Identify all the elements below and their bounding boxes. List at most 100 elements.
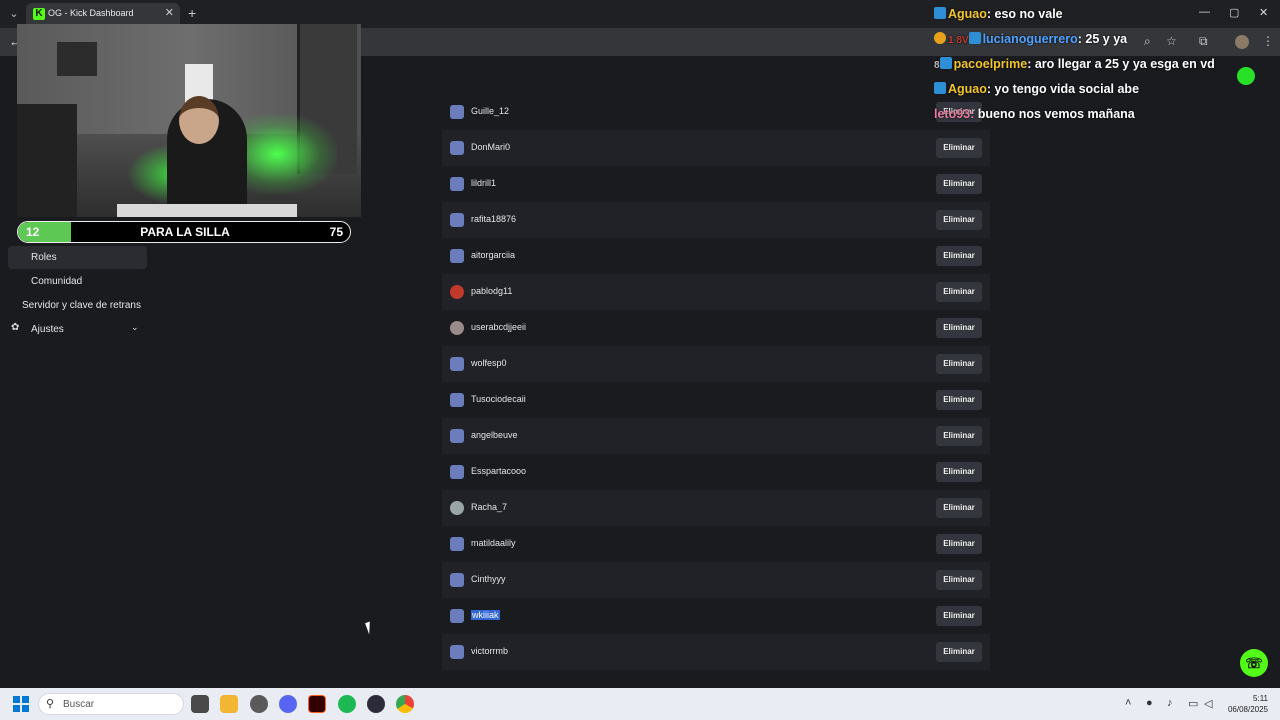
chat-text: 25 y ya	[1085, 32, 1128, 46]
webcam-chair	[17, 104, 77, 217]
chat-username: lucianoguerrero	[982, 32, 1078, 46]
remove-button[interactable]: Eliminar	[936, 462, 982, 482]
remove-button[interactable]: Eliminar	[936, 426, 982, 446]
username: lildrill1	[471, 178, 497, 188]
chevron-down-icon[interactable]: ⌄	[131, 322, 139, 333]
remove-button[interactable]: Eliminar	[936, 606, 982, 626]
list-item: victorrmb Eliminar	[442, 634, 990, 670]
list-item: Racha_7 Eliminar	[442, 490, 990, 526]
sidebar-item-comunidad[interactable]: Comunidad	[31, 276, 82, 287]
avatar	[450, 573, 464, 587]
new-tab-button[interactable]: +	[188, 5, 196, 21]
tray-app-icon[interactable]: ●	[1146, 697, 1153, 709]
app-icon[interactable]	[367, 695, 385, 713]
avatar	[450, 465, 464, 479]
chat-message: Aguao: yo tengo vida social abe	[934, 82, 1139, 96]
list-item: pablodg11 Eliminar	[442, 274, 990, 310]
list-item: matildaalily Eliminar	[442, 526, 990, 562]
remove-button[interactable]: Eliminar	[936, 138, 982, 158]
remove-button[interactable]: Eliminar	[936, 354, 982, 374]
avatar	[450, 429, 464, 443]
list-item: DonMari0 Eliminar	[442, 130, 990, 166]
microphone-icon[interactable]: ♪	[1167, 697, 1173, 709]
tab-close-icon[interactable]: ✕	[165, 6, 174, 19]
file-explorer-icon[interactable]	[220, 695, 238, 713]
windows-taskbar: ⚲ Buscar ˄ ● ♪ ▭ ◁ 5:11 06/08/2025	[0, 688, 1280, 720]
sidebar-item-servidor[interactable]: Servidor y clave de retrans	[22, 300, 141, 311]
taskbar-search[interactable]: ⚲ Buscar	[38, 693, 184, 715]
volume-icon[interactable]: ◁	[1204, 697, 1212, 710]
rank-badge-icon	[934, 32, 946, 44]
chat-message: 1 8V lucianoguerrero: 25 y ya	[934, 32, 1127, 46]
avatar	[450, 105, 464, 119]
illustrator-icon[interactable]	[308, 695, 326, 713]
cube-badge-icon	[934, 7, 946, 19]
avatar	[450, 609, 464, 623]
discord-icon[interactable]	[279, 695, 297, 713]
remove-button[interactable]: Eliminar	[936, 498, 982, 518]
avatar	[450, 537, 464, 551]
remove-button[interactable]: Eliminar	[936, 246, 982, 266]
webcam-hanging-shirt	[57, 42, 97, 76]
cube-badge-icon	[934, 82, 946, 94]
remove-button[interactable]: Eliminar	[936, 570, 982, 590]
username: pablodg11	[471, 286, 513, 296]
username: rafita18876	[471, 214, 517, 224]
tray-chevron-up-icon[interactable]: ˄	[1125, 697, 1131, 709]
help-chat-button[interactable]: ☏	[1240, 649, 1268, 677]
search-icon: ⚲	[46, 698, 55, 710]
sidebar-item-ajustes[interactable]: Ajustes	[31, 324, 64, 335]
remove-button[interactable]: Eliminar	[936, 174, 982, 194]
goal-current: 12	[26, 225, 40, 239]
gear-icon: ✿	[11, 322, 20, 333]
sidebar-active-highlight	[8, 246, 147, 269]
username: Racha_7	[471, 502, 508, 512]
list-item: Tusociodecaii Eliminar	[442, 382, 990, 418]
list-item: Esspartacooo Eliminar	[442, 454, 990, 490]
list-item: userabcdjjeeii Eliminar	[442, 310, 990, 346]
clock-time: 5:11	[1253, 694, 1268, 703]
list-item: Guille_12 Eliminar	[442, 94, 990, 130]
chat-text: aro llegar a 25 y ya esga en vd	[1034, 57, 1215, 71]
list-item: wolfesp0 Eliminar	[442, 346, 990, 382]
username: aitorgarciia	[471, 250, 516, 260]
windows-start-icon[interactable]	[13, 696, 29, 712]
browser-tab[interactable]: K OG - Kick Dashboard ✕	[26, 3, 180, 25]
remove-button[interactable]: Eliminar	[936, 642, 982, 662]
network-icon[interactable]: ▭	[1188, 697, 1198, 710]
chat-username: Aguao	[948, 7, 987, 21]
avatar	[450, 141, 464, 155]
remove-button[interactable]: Eliminar	[936, 282, 982, 302]
app-icon[interactable]	[250, 695, 268, 713]
chat-message: 8 pacoelprime: aro llegar a 25 y ya esga …	[934, 57, 1215, 71]
sidebar-item-roles[interactable]: Roles	[31, 252, 57, 263]
username: DonMari0	[471, 142, 511, 152]
remove-button[interactable]: Eliminar	[936, 210, 982, 230]
chrome-icon[interactable]	[396, 695, 414, 713]
remove-button[interactable]: Eliminar	[936, 534, 982, 554]
task-view-icon[interactable]	[191, 695, 209, 713]
list-item: aitorgarciia Eliminar	[442, 238, 990, 274]
online-status-dot	[1237, 67, 1255, 85]
taskbar-clock[interactable]: 5:11 06/08/2025	[1224, 693, 1268, 715]
username: Cinthyyy	[471, 574, 506, 584]
username: Tusociodecaii	[471, 394, 526, 404]
goal-target: 75	[329, 225, 343, 239]
list-item: lildrill1 Eliminar	[442, 166, 990, 202]
spotify-icon[interactable]	[338, 695, 356, 713]
remove-button[interactable]: Eliminar	[936, 318, 982, 338]
user-list: Guille_12 Eliminar DonMari0 Eliminar lildril…	[442, 94, 990, 670]
chat-overlay: Aguao: eso no vale 1 8V lucianoguerrero: …	[934, 4, 1280, 129]
username: Guille_12	[471, 106, 510, 116]
webcam-streamer-head	[179, 96, 219, 144]
chat-badge-text: 1 8V	[948, 35, 969, 46]
webcam-overlay	[17, 24, 361, 217]
chat-text: eso no vale	[994, 7, 1063, 21]
list-item: rafita18876 Eliminar	[442, 202, 990, 238]
username: userabcdjjeeii	[471, 322, 527, 332]
avatar	[450, 177, 464, 191]
remove-button[interactable]: Eliminar	[936, 390, 982, 410]
chat-username: leto93	[934, 107, 971, 121]
clock-date: 06/08/2025	[1227, 705, 1268, 714]
tab-search-icon[interactable]: ⌄	[6, 6, 22, 22]
